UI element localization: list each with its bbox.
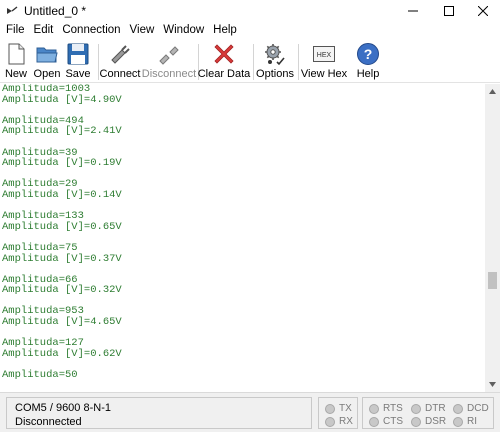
terminal-line: Amplituda [V]=4.65V [2, 316, 122, 329]
minimize-icon [408, 10, 418, 12]
options-gear-icon [265, 44, 285, 66]
led-indicator [411, 403, 421, 414]
signal-dsr: DSR [411, 416, 446, 427]
terminal-line: Amplituda [V]=0.19V [2, 157, 122, 170]
save-label: Save [65, 68, 91, 80]
close-icon [478, 6, 488, 16]
new-file-icon [8, 43, 25, 65]
signal-rts: RTS [369, 403, 403, 414]
menu-window[interactable]: Window [159, 22, 209, 40]
hex-icon: HEX [313, 46, 335, 62]
help-question-icon: ? [357, 43, 379, 65]
led-indicator [325, 416, 335, 427]
toolbar: New Open Save Connect Disconnect Clear D… [0, 40, 500, 83]
terminal-line: Amplituda [V]=0.14V [2, 188, 122, 201]
terminal-line: Amplituda [V]=0.65V [2, 220, 122, 233]
connection-state-text: Disconnected [15, 416, 82, 428]
terminal-line: Amplituda [V]=0.62V [2, 347, 122, 360]
signal-ri: RI [453, 416, 477, 427]
clear-x-icon [214, 44, 234, 64]
led-indicator [325, 403, 335, 414]
minimize-button[interactable] [396, 0, 430, 22]
clear-data-button[interactable]: Clear Data [198, 40, 250, 82]
menu-file[interactable]: File [2, 22, 30, 40]
help-button[interactable]: ? Help [356, 40, 380, 82]
menu-bar: File Edit Connection View Window Help [0, 22, 500, 40]
open-folder-icon [36, 47, 58, 63]
signal-dtr: DTR [411, 403, 446, 414]
maximize-icon [444, 6, 454, 16]
signal-group-lines: RTS CTS DTR DSR DCD RI [362, 397, 494, 429]
port-settings-text: COM5 / 9600 8-N-1 [15, 402, 111, 414]
disconnect-label: Disconnect [141, 68, 197, 80]
connect-button[interactable]: Connect [99, 40, 141, 82]
led-indicator [411, 416, 421, 427]
status-bar: COM5 / 9600 8-N-1 Disconnected TX RX RTS… [0, 392, 500, 432]
terminal-output[interactable]: Amplituda=1003 Amplituda [V]=4.90V Amplitu… [0, 84, 485, 392]
terminal-line: Amplituda=75 [2, 241, 78, 254]
led-indicator [369, 403, 379, 414]
maximize-button[interactable] [432, 0, 466, 22]
app-icon [7, 6, 18, 14]
disconnect-plug-icon [159, 46, 179, 65]
chevron-up-icon [489, 89, 496, 94]
menu-edit[interactable]: Edit [30, 22, 59, 40]
menu-view[interactable]: View [126, 22, 160, 40]
scroll-down-button[interactable] [485, 377, 500, 392]
signal-tx: TX [325, 403, 352, 414]
toolbar-separator [298, 44, 299, 80]
terminal-line: Amplituda [V]=4.90V [2, 93, 122, 106]
view-hex-label: View Hex [300, 68, 348, 80]
vertical-scrollbar[interactable] [485, 84, 500, 392]
title-bar: Untitled_0 * [0, 0, 500, 22]
menu-help[interactable]: Help [209, 22, 242, 40]
signal-group-txrx: TX RX [318, 397, 358, 429]
terminal-line: Amplituda [V]=2.41V [2, 125, 122, 138]
signal-cts: CTS [369, 416, 403, 427]
connect-label: Connect [99, 68, 141, 80]
signal-dcd: DCD [453, 403, 489, 414]
window-title: Untitled_0 * [24, 4, 87, 18]
terminal-line: Amplituda=50 [2, 369, 78, 382]
scroll-up-button[interactable] [485, 84, 500, 99]
view-hex-button[interactable]: HEX View Hex [300, 40, 348, 82]
toolbar-separator [253, 44, 254, 80]
new-button[interactable]: New [4, 40, 28, 82]
led-indicator [453, 416, 463, 427]
terminal-line: Amplituda [V]=0.32V [2, 284, 122, 297]
new-label: New [4, 68, 27, 80]
open-button[interactable]: Open [34, 40, 60, 82]
svg-text:HEX: HEX [317, 52, 332, 59]
save-button[interactable]: Save [65, 40, 91, 82]
svg-text:?: ? [364, 46, 373, 62]
terminal-line: Amplituda [V]=0.37V [2, 252, 122, 265]
connection-status-panel: COM5 / 9600 8-N-1 Disconnected [6, 397, 312, 429]
connect-plug-icon [111, 45, 130, 64]
led-indicator [453, 403, 463, 414]
clear-data-label: Clear Data [197, 68, 251, 80]
signal-rx: RX [325, 416, 353, 427]
options-button[interactable]: Options [256, 40, 294, 82]
open-label: Open [33, 68, 61, 80]
menu-connection[interactable]: Connection [58, 22, 125, 40]
chevron-down-icon [489, 382, 496, 387]
save-disk-icon [67, 43, 89, 65]
scroll-thumb[interactable] [488, 272, 497, 289]
close-button[interactable] [466, 0, 500, 22]
help-label: Help [356, 68, 380, 80]
options-label: Options [256, 68, 294, 80]
led-indicator [369, 416, 379, 427]
disconnect-button[interactable]: Disconnect [141, 40, 197, 82]
terminal-line: Amplituda=1003 [2, 84, 91, 95]
